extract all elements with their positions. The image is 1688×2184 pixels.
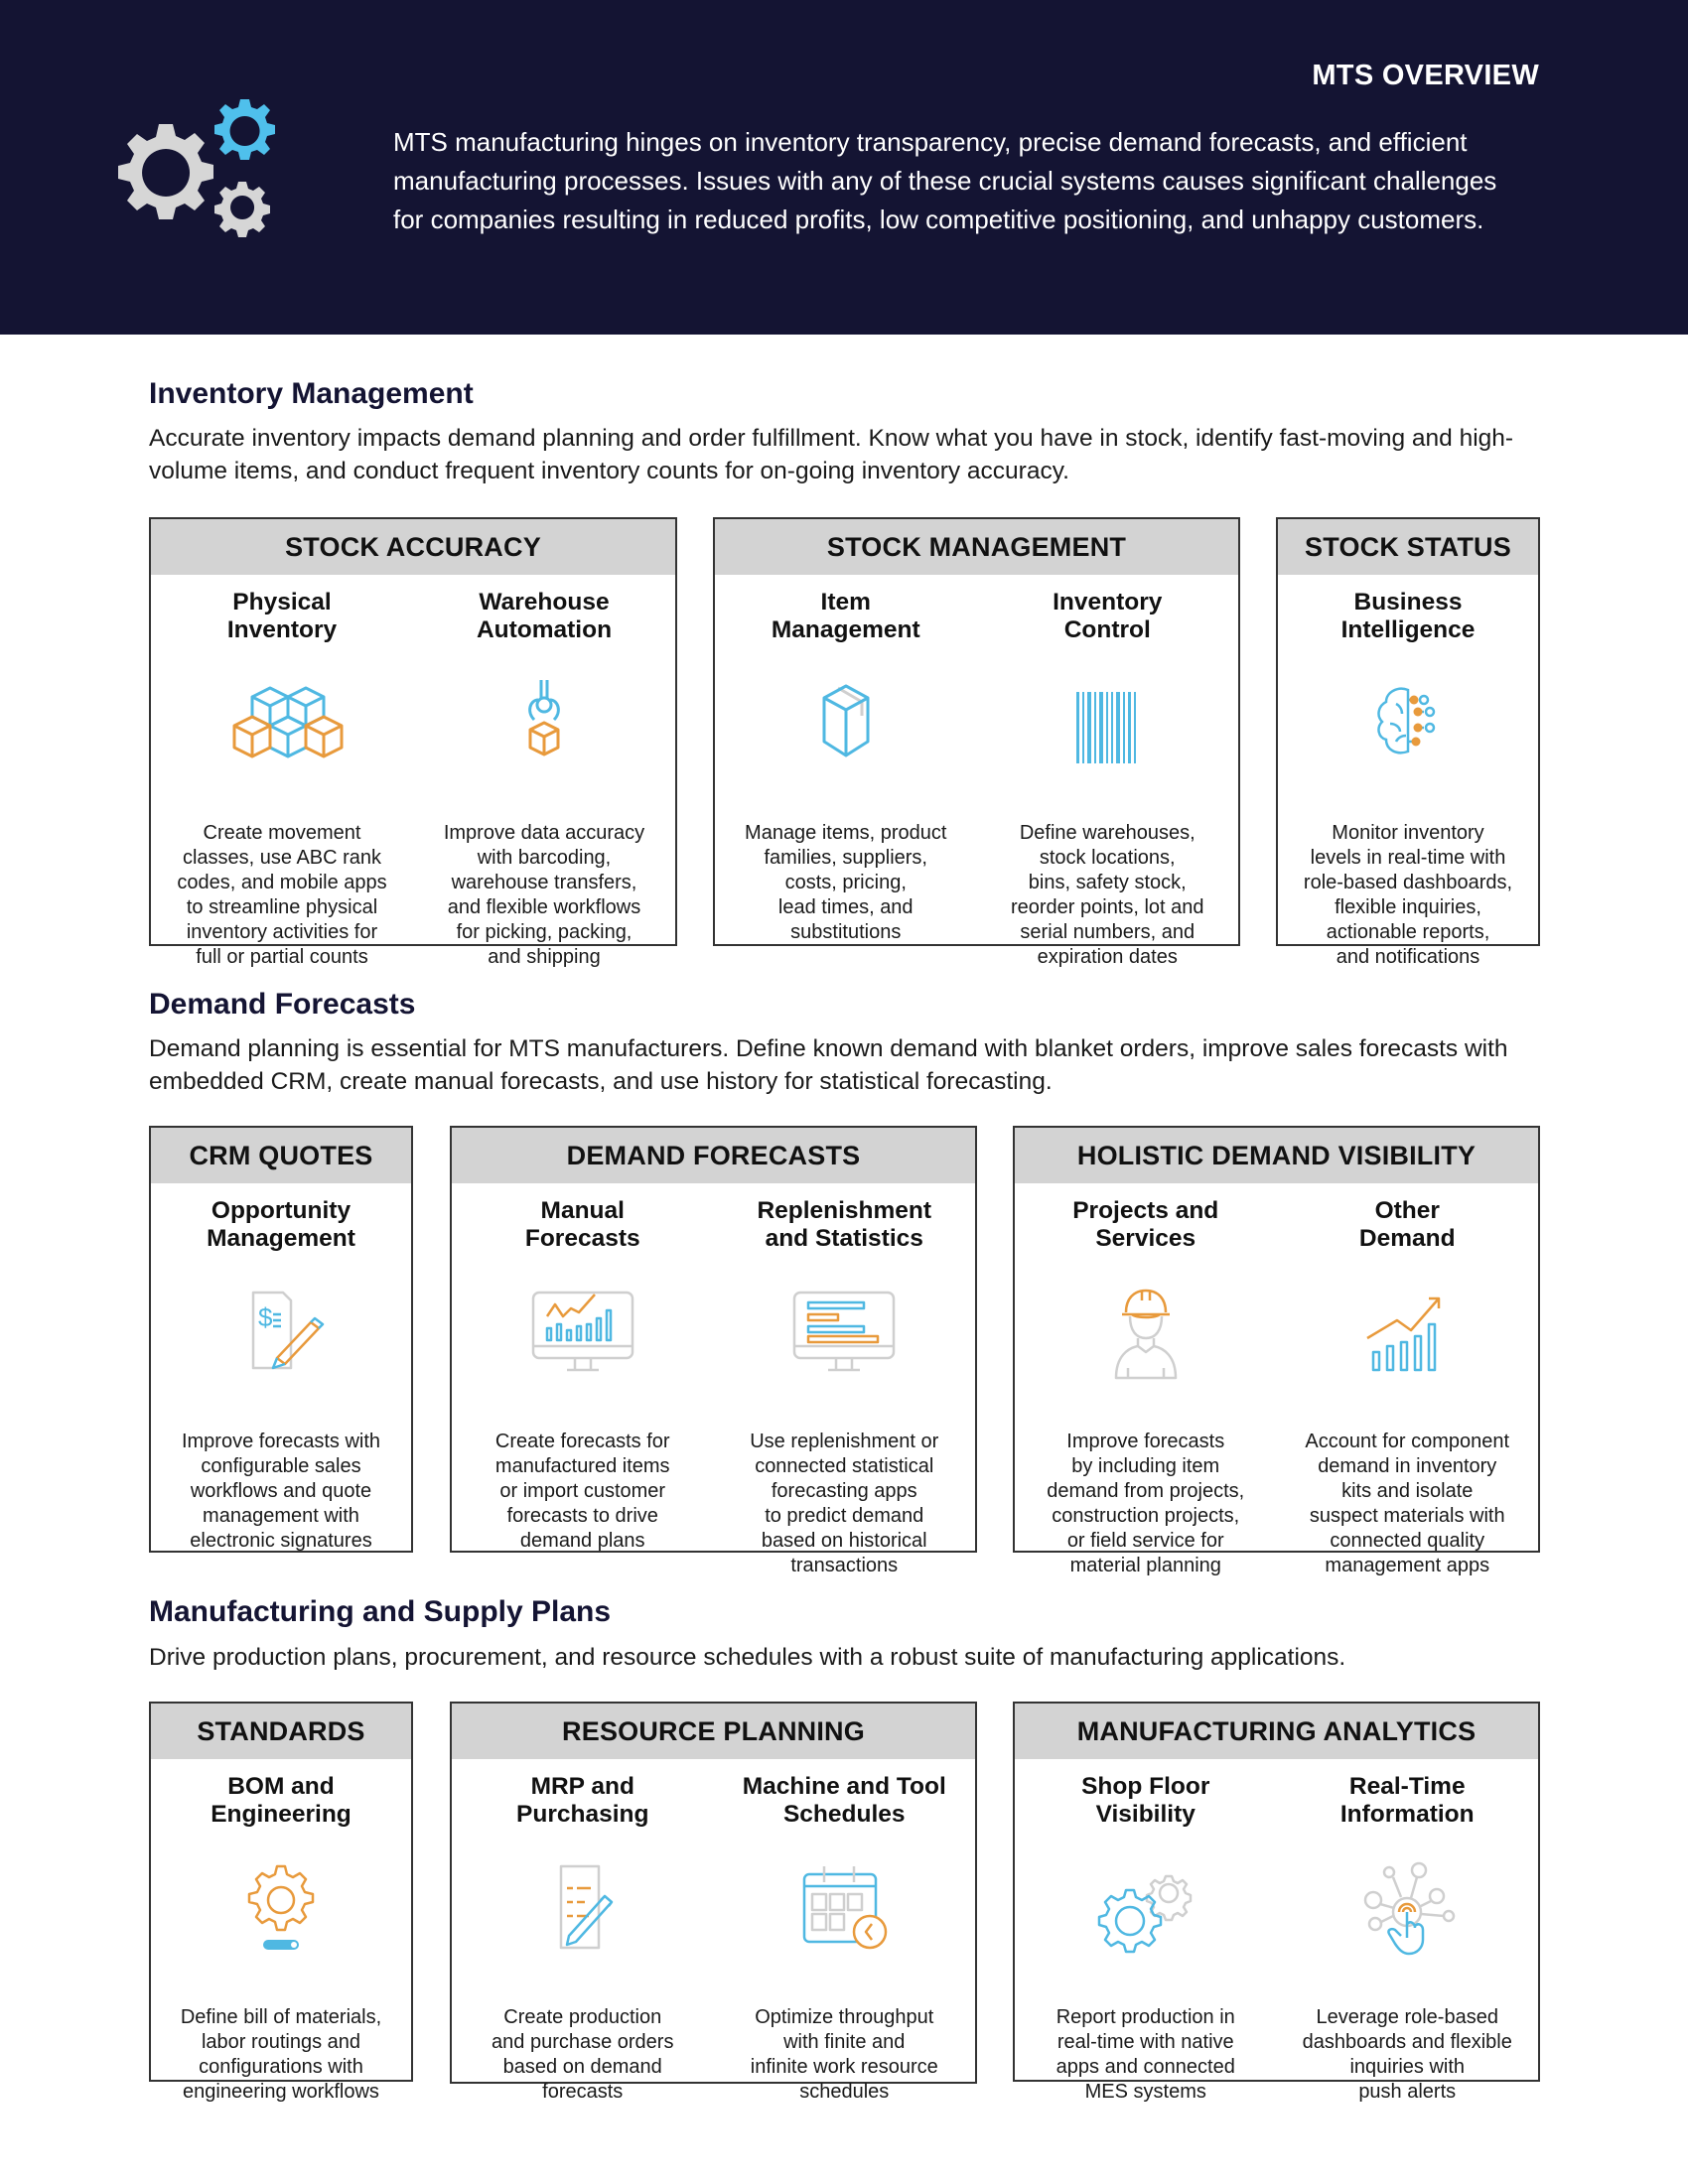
monitor-chart-icon (513, 1281, 652, 1390)
section-desc-inventory: Accurate inventory impacts demand planni… (149, 425, 1514, 484)
feature-physical-inventory: Physical Inventory Create movement class… (151, 575, 413, 970)
card-holistic-demand-visibility: HOLISTIC DEMAND VISIBILITY Projects and … (1013, 1126, 1540, 1576)
feature-opportunity-management: Opportunity Management $ Improve forecas… (151, 1183, 411, 1554)
feature-title: Opportunity Management (207, 1197, 355, 1252)
card-heading: STOCK ACCURACY (151, 519, 675, 575)
card-heading: DEMAND FORECASTS (452, 1128, 975, 1183)
section-title-manufacturing: Manufacturing and Supply Plans (149, 1595, 612, 1628)
barcode-icon (1038, 672, 1177, 781)
card-stock-status: STOCK STATUS Business Intelligence Monit… (1276, 517, 1540, 968)
monitor-bars-icon (774, 1281, 914, 1390)
card-stock-management: STOCK MANAGEMENT Item Management Manage … (713, 517, 1240, 968)
card-stock-accuracy: STOCK ACCURACY Physical Inventory Create… (149, 517, 677, 968)
section-desc-manufacturing: Drive production plans, procurement, and… (149, 1644, 1346, 1671)
feature-title: Physical Inventory (226, 589, 338, 643)
card-heading: HOLISTIC DEMAND VISIBILITY (1015, 1128, 1538, 1183)
feature-title: Inventory Control (1053, 589, 1163, 643)
feature-title: Projects and Services (1072, 1197, 1219, 1252)
card-heading: MANUFACTURING ANALYTICS (1015, 1704, 1538, 1759)
feature-description: Define bill of materials, labor routings… (180, 2006, 382, 2103)
card-heading: RESOURCE PLANNING (452, 1704, 975, 1759)
document-pencil-icon (513, 1856, 652, 1966)
touch-network-icon (1337, 1856, 1477, 1966)
feature-title: Machine and Tool Schedules (742, 1773, 946, 1828)
section-title-inventory: Inventory Management (149, 377, 474, 410)
feature-replenishment-statistics: Replenishment and Statistics Use repleni… (714, 1183, 976, 1578)
feature-description: Monitor inventory levels in real-time wi… (1303, 822, 1513, 968)
feature-description: Optimize throughput with finite and infi… (750, 2006, 938, 2103)
feature-description: Create production and purchase orders ba… (492, 2006, 674, 2103)
feature-description: Create forecasts for manufactured items … (494, 1431, 670, 1552)
card-heading: STOCK MANAGEMENT (715, 519, 1238, 575)
feature-mrp-purchasing: MRP and Purchasing Create production and… (452, 1759, 714, 2105)
robotic-claw-icon (475, 672, 614, 781)
feature-description: Improve forecasts by including item dema… (1047, 1431, 1245, 1576)
card-manufacturing-analytics: MANUFACTURING ANALYTICS Shop Floor Visib… (1013, 1702, 1540, 2103)
feature-title: Shop Floor Visibility (1081, 1773, 1210, 1828)
feature-manual-forecasts: Manual Forecasts Create forecasts for ma… (452, 1183, 714, 1578)
feature-title: Real-Time Information (1339, 1773, 1475, 1828)
svg-text:$: $ (258, 1302, 273, 1332)
overview-header: MTS OVERVIEW MTS manufacturing hinges on… (0, 0, 1688, 335)
feature-projects-services: Projects and Services Improve forecasts … (1015, 1183, 1277, 1578)
feature-other-demand: Other Demand Account for component deman… (1277, 1183, 1539, 1578)
feature-description: Improve forecasts with configurable sale… (181, 1431, 381, 1552)
overview-intro: MTS manufacturing hinges on inventory tr… (393, 127, 1497, 234)
gear-progress-icon (211, 1856, 351, 1966)
card-crm-quotes: CRM QUOTES Opportunity Management $ Impr… (149, 1126, 413, 1553)
growth-chart-icon (1337, 1281, 1477, 1390)
feature-real-time-information: Real-Time Information Leverage role-base… (1277, 1759, 1539, 2105)
feature-title: Replenishment and Statistics (757, 1197, 932, 1252)
page-title: MTS OVERVIEW (1312, 60, 1539, 91)
card-heading: STOCK STATUS (1278, 519, 1538, 575)
feature-shop-floor-visibility: Shop Floor Visibility Report production … (1015, 1759, 1277, 2105)
feature-description: Manage items, product families, supplier… (745, 822, 947, 943)
feature-business-intelligence: Business Intelligence Monitor inventory … (1278, 575, 1538, 970)
feature-inventory-control: Inventory Control Define warehouses, sto… (977, 575, 1239, 970)
feature-warehouse-automation: Warehouse Automation Improve data accura… (413, 575, 675, 970)
section-title-demand: Demand Forecasts (149, 988, 416, 1021)
gears-outline-icon (1076, 1856, 1215, 1966)
feature-title: BOM and Engineering (211, 1773, 352, 1828)
feature-title: MRP and Purchasing (516, 1773, 649, 1828)
card-resource-planning: RESOURCE PLANNING MRP and Purchasing Cre… (450, 1702, 977, 2103)
section-desc-demand: Demand planning is essential for MTS man… (149, 1035, 1508, 1095)
card-heading: STANDARDS (151, 1704, 411, 1759)
feature-description: Account for component demand in inventor… (1305, 1431, 1510, 1576)
feature-title: Warehouse Automation (476, 589, 613, 643)
card-standards: STANDARDS BOM and Engineering Define bil… (149, 1702, 413, 2103)
feature-description: Define warehouses, stock locations, bins… (1010, 822, 1204, 968)
feature-title: Business Intelligence (1340, 589, 1476, 643)
feature-title: Manual Forecasts (524, 1197, 640, 1252)
calendar-clock-icon (774, 1856, 914, 1966)
feature-description: Use replenishment or connected statistic… (750, 1431, 939, 1576)
package-box-icon (776, 672, 915, 781)
card-demand-forecasts: DEMAND FORECASTS Manual Forecasts Create… (450, 1126, 977, 1576)
brain-circuit-icon (1338, 672, 1477, 781)
feature-machine-tool-schedules: Machine and Tool Schedules Optimize thro… (714, 1759, 976, 2105)
feature-item-management: Item Management Manage items, product fa… (715, 575, 977, 970)
feature-title: Item Management (771, 589, 920, 643)
worker-hardhat-icon (1076, 1281, 1215, 1390)
feature-description: Report production in real-time with nati… (1055, 2006, 1235, 2103)
feature-title: Other Demand (1358, 1197, 1456, 1252)
gears-icon (118, 99, 275, 237)
stacked-boxes-icon (212, 672, 352, 781)
feature-description: Create movement classes, use ABC rank co… (177, 822, 387, 968)
feature-description: Improve data accuracy with barcoding, wa… (443, 822, 645, 968)
quote-document-pencil-icon: $ (211, 1281, 351, 1390)
card-heading: CRM QUOTES (151, 1128, 411, 1183)
feature-description: Leverage role-based dashboards and flexi… (1302, 2006, 1512, 2103)
feature-bom-engineering: BOM and Engineering Define bill of mater… (151, 1759, 411, 2105)
